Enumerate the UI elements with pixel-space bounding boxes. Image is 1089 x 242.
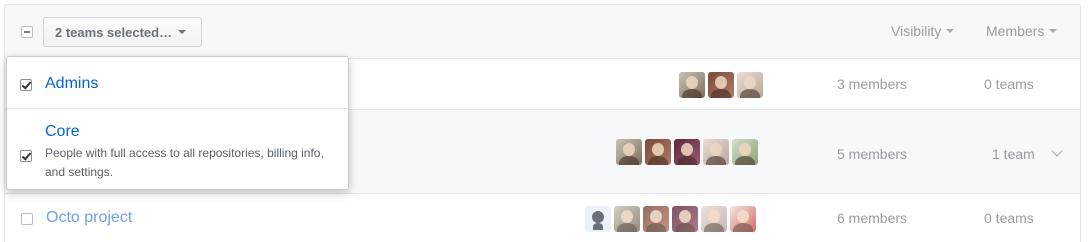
child-teams-count: 0 teams	[984, 76, 1034, 92]
avatar[interactable]	[674, 139, 700, 165]
avatar[interactable]	[732, 139, 758, 165]
avatar[interactable]	[708, 72, 734, 98]
selected-team-item[interactable]: Admins	[7, 57, 348, 109]
avatar[interactable]	[737, 72, 763, 98]
members-count[interactable]: 5 members	[837, 146, 907, 162]
selected-team-item[interactable]: Core People with full access to all repo…	[7, 109, 348, 189]
avatar[interactable]	[701, 206, 727, 232]
avatar[interactable]	[703, 139, 729, 165]
selected-team-checkbox[interactable]	[20, 150, 32, 162]
avatar[interactable]	[672, 206, 698, 232]
member-avatars	[585, 206, 756, 232]
avatar[interactable]	[616, 139, 642, 165]
octocat-avatar[interactable]	[585, 206, 611, 232]
bulk-actions-button[interactable]: 2 teams selected…	[43, 17, 202, 47]
member-avatars	[679, 72, 763, 98]
avatar[interactable]	[643, 206, 669, 232]
table-header: 2 teams selected… Visibility Members	[5, 5, 1080, 59]
members-filter-label: Members	[986, 23, 1045, 39]
table-row[interactable]: Octo project 6 members 0 teams	[5, 194, 1080, 242]
child-teams-count: 0 teams	[984, 210, 1034, 226]
child-teams-count[interactable]: 1 team	[992, 146, 1035, 162]
avatar[interactable]	[730, 206, 756, 232]
avatar[interactable]	[645, 139, 671, 165]
selected-teams-popover: Admins Core People with full access to a…	[6, 56, 349, 190]
team-name-link[interactable]: Octo project	[46, 209, 132, 227]
team-name-link[interactable]: Core	[45, 123, 80, 141]
caret-down-icon	[1049, 29, 1058, 33]
select-all-checkbox[interactable]	[21, 26, 33, 38]
members-filter[interactable]: Members	[986, 23, 1058, 39]
avatar[interactable]	[679, 72, 705, 98]
caret-down-icon	[946, 29, 955, 33]
selected-team-checkbox[interactable]	[20, 79, 32, 91]
bulk-actions-label: 2 teams selected…	[55, 24, 173, 40]
caret-down-icon	[178, 30, 187, 34]
avatar[interactable]	[614, 206, 640, 232]
member-avatars	[616, 139, 758, 165]
visibility-filter-label: Visibility	[891, 23, 942, 39]
members-count[interactable]: 3 members	[837, 76, 907, 92]
chevron-down-icon[interactable]	[1051, 145, 1063, 157]
team-description: People with full access to all repositor…	[45, 146, 324, 179]
row-checkbox[interactable]	[21, 213, 33, 225]
team-name-link[interactable]: Admins	[45, 75, 98, 93]
members-count[interactable]: 6 members	[837, 210, 907, 226]
visibility-filter[interactable]: Visibility	[891, 23, 955, 39]
